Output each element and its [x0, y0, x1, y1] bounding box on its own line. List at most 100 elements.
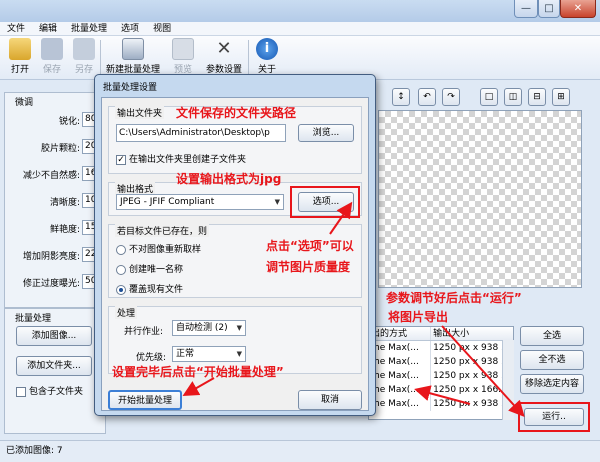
- col-header[interactable]: 出的方式: [369, 327, 430, 340]
- table-cell: me Max(...: [371, 371, 419, 381]
- table-scrollbar[interactable]: [502, 340, 514, 420]
- save-button[interactable]: 保存: [38, 38, 66, 75]
- batch-panel-title: 批量处理: [15, 314, 52, 324]
- menu-batch[interactable]: 批量处理: [64, 22, 114, 35]
- options-highlight: [290, 186, 360, 218]
- radio-unique-name[interactable]: 创建唯一名称: [116, 262, 183, 275]
- rotate-right-button[interactable]: ↷: [442, 88, 460, 106]
- col-header[interactable]: 输出大小: [430, 327, 513, 340]
- preview-button[interactable]: 预览: [168, 38, 198, 75]
- save-label: 保存: [42, 65, 61, 75]
- add-images-button[interactable]: 添加图像...: [16, 326, 92, 346]
- table-row[interactable]: me Max(... 1250 px x 938 .: [369, 355, 513, 369]
- remove-selected-button[interactable]: 移除选定内容: [520, 374, 584, 394]
- status-bar: 已添加图像: 7: [0, 440, 600, 462]
- annotation-options-line2: 调节图片质量度: [266, 260, 351, 274]
- run-highlight: [518, 402, 590, 432]
- start-batch-button[interactable]: 开始批量处理: [108, 390, 182, 410]
- add-folder-button[interactable]: 添加文件夹...: [16, 356, 92, 376]
- table-cell: me Max(...: [371, 343, 419, 353]
- select-none-button[interactable]: 全不选: [520, 350, 584, 370]
- menu-edit[interactable]: 编辑: [32, 22, 64, 35]
- menu-view[interactable]: 视图: [146, 22, 178, 35]
- priority-label: 优先级:: [136, 353, 167, 363]
- table-cell: me Max(...: [371, 357, 419, 367]
- table-cell: 1250 px x 938 .: [430, 369, 513, 383]
- checkbox-box: ✓: [116, 154, 126, 165]
- table-row[interactable]: me Max(... 1250 px x 938 .: [369, 369, 513, 383]
- output-folder-label: 输出文件夹: [115, 106, 165, 119]
- folder-icon: [9, 38, 31, 60]
- checkbox-box: [16, 386, 26, 397]
- create-subfolder-label: 在输出文件夹里创建子文件夹: [129, 155, 247, 165]
- view-split-h-button[interactable]: ⊟: [528, 88, 546, 106]
- table-cell: 1250 px x 938 .: [430, 355, 513, 369]
- tune-title: 微调: [15, 98, 34, 108]
- include-sub-label: 包含子文件夹: [29, 387, 84, 397]
- menu-file[interactable]: 文件: [0, 22, 32, 35]
- saveas-button[interactable]: 另存: [70, 38, 98, 75]
- dialog-title: 批量处理设置: [103, 83, 158, 93]
- tune-label: 减少不自然感:: [22, 171, 80, 181]
- tune-label: 胶片颗粒:: [40, 144, 80, 154]
- radio-label: 不对图像重新取样: [129, 245, 202, 255]
- table-cell: me Max(...: [371, 399, 419, 409]
- annotation-run-line1: 参数调节好后点击“运行”: [386, 291, 522, 305]
- radio-overwrite[interactable]: 覆盖现有文件: [116, 282, 183, 295]
- annotation-run-line2: 将图片导出: [388, 310, 449, 324]
- table-cell: 1250 px x 166...: [430, 383, 513, 397]
- tools-icon: ✕: [216, 38, 232, 59]
- table-header: 出的方式 输出大小: [369, 327, 513, 341]
- radio-label: 覆盖现有文件: [129, 285, 184, 295]
- view-quad-button[interactable]: ⊞: [552, 88, 570, 106]
- menu-bar: 文件 编辑 批量处理 选项 视图: [0, 22, 600, 36]
- about-button[interactable]: i 关于: [252, 38, 282, 75]
- params-button[interactable]: ✕ 参数设置: [204, 38, 244, 75]
- preview-icon: [172, 38, 194, 60]
- radio-circle: [116, 284, 126, 295]
- tune-label: 鲜艳度:: [49, 225, 80, 235]
- parallel-select[interactable]: 自动检测 (2): [172, 320, 246, 336]
- output-path-input[interactable]: C:\Users\Administrator\Desktop\p: [116, 124, 286, 142]
- view-single-button[interactable]: □: [480, 88, 498, 106]
- save-icon: [41, 38, 63, 60]
- table-cell: me Max(...: [371, 385, 419, 395]
- table-row[interactable]: me Max(... 1250 px x 938 .: [369, 341, 513, 355]
- browse-button[interactable]: 浏览...: [298, 124, 354, 142]
- new-batch-button[interactable]: 新建批量处理: [104, 38, 162, 75]
- cancel-button[interactable]: 取消: [298, 390, 362, 410]
- minimize-button[interactable]: —: [514, 0, 538, 18]
- include-subfolders-checkbox[interactable]: 包含子文件夹: [16, 384, 83, 397]
- radio-label: 创建唯一名称: [129, 265, 184, 275]
- open-button[interactable]: 打开: [6, 38, 34, 75]
- view-split-v-button[interactable]: ◫: [504, 88, 522, 106]
- radio-no-resample[interactable]: 不对图像重新取样: [116, 242, 201, 255]
- fit-vertical-button[interactable]: ↕: [392, 88, 410, 106]
- toolbar-separator: [248, 40, 249, 76]
- title-bar: — □ ✕: [0, 0, 600, 22]
- exists-label: 若目标文件已存在，则: [115, 224, 210, 237]
- tune-label: 清晰度:: [49, 198, 80, 208]
- saveas-label: 另存: [74, 65, 93, 75]
- menu-options[interactable]: 选项: [114, 22, 146, 35]
- annotation-output-format: 设置输出格式为jpg: [176, 172, 282, 186]
- table-row[interactable]: me Max(... 1250 px x 166...: [369, 383, 513, 397]
- create-subfolder-checkbox[interactable]: ✓ 在输出文件夹里创建子文件夹: [116, 152, 246, 165]
- format-select[interactable]: JPEG - JFIF Compliant: [116, 194, 284, 210]
- batch-icon: [122, 38, 144, 60]
- image-preview: [378, 110, 582, 288]
- file-table: 出的方式 输出大小 me Max(... 1250 px x 938 . me M…: [368, 326, 514, 420]
- maximize-button[interactable]: □: [538, 0, 560, 18]
- toolbar-separator: [100, 40, 101, 76]
- rotate-left-button[interactable]: ↶: [418, 88, 436, 106]
- table-row[interactable]: me Max(... 1250 px x 938 .: [369, 397, 513, 411]
- parallel-label: 并行作业:: [124, 327, 164, 337]
- tune-label: 锐化:: [58, 117, 80, 127]
- radio-circle: [116, 244, 126, 255]
- close-window-button[interactable]: ✕: [560, 0, 596, 18]
- tune-label: 修正过度曝光:: [22, 279, 80, 289]
- saveas-icon: [73, 38, 95, 60]
- tune-label: 增加阴影亮度:: [22, 252, 80, 262]
- select-all-button[interactable]: 全选: [520, 326, 584, 346]
- priority-select[interactable]: 正常: [172, 346, 246, 362]
